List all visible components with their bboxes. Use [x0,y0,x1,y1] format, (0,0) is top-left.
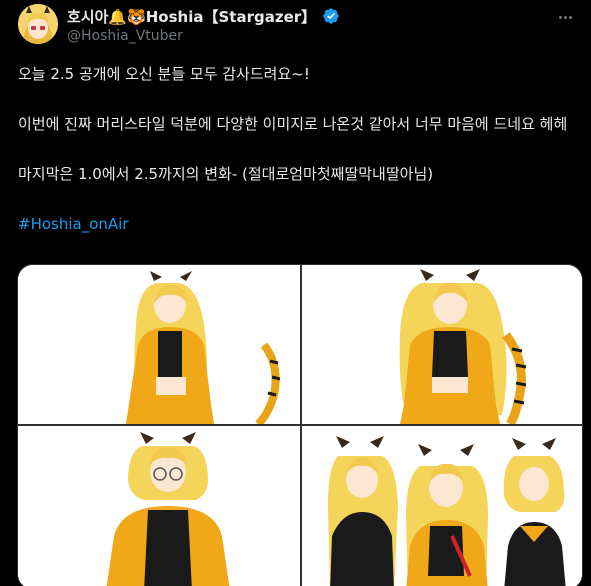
author-handle[interactable]: @Hoshia_Vtuber [67,28,183,44]
tweet-line-2: 이번에 진짜 머리스타일 덕분에 다양한 이미지로 나온것 같아서 너무 마음에… [18,115,568,133]
avatar[interactable] [18,4,58,44]
verified-badge-icon [323,8,339,24]
tweet-text: 오늘 2.5 공개에 오신 분들 모두 감사드려요~! 이번에 진짜 머리스타일… [18,62,578,237]
media-grid [17,264,583,586]
tweet-line-1: 오늘 2.5 공개에 오신 분들 모두 감사드려요~! [18,65,310,83]
media-image-1[interactable] [18,265,300,424]
tweet-line-3: 마지막은 1.0에서 2.5까지의 변화- (절대로엄마첫째딸막내딸아님) [18,165,434,183]
tweet-header: 호시아🔔🐯Hoshia【Stargazer】 @Hoshia_Vtuber [0,0,591,56]
media-image-2[interactable] [302,265,582,424]
media-image-3[interactable] [18,426,300,586]
hashtag-link[interactable]: #Hoshia_onAir [18,215,129,233]
author-name-row[interactable]: 호시아🔔🐯Hoshia【Stargazer】 [67,6,340,26]
media-image-4[interactable] [302,426,582,586]
more-options-icon[interactable] [551,6,579,28]
author-display-name[interactable]: 호시아🔔🐯Hoshia【Stargazer】 [67,6,316,27]
